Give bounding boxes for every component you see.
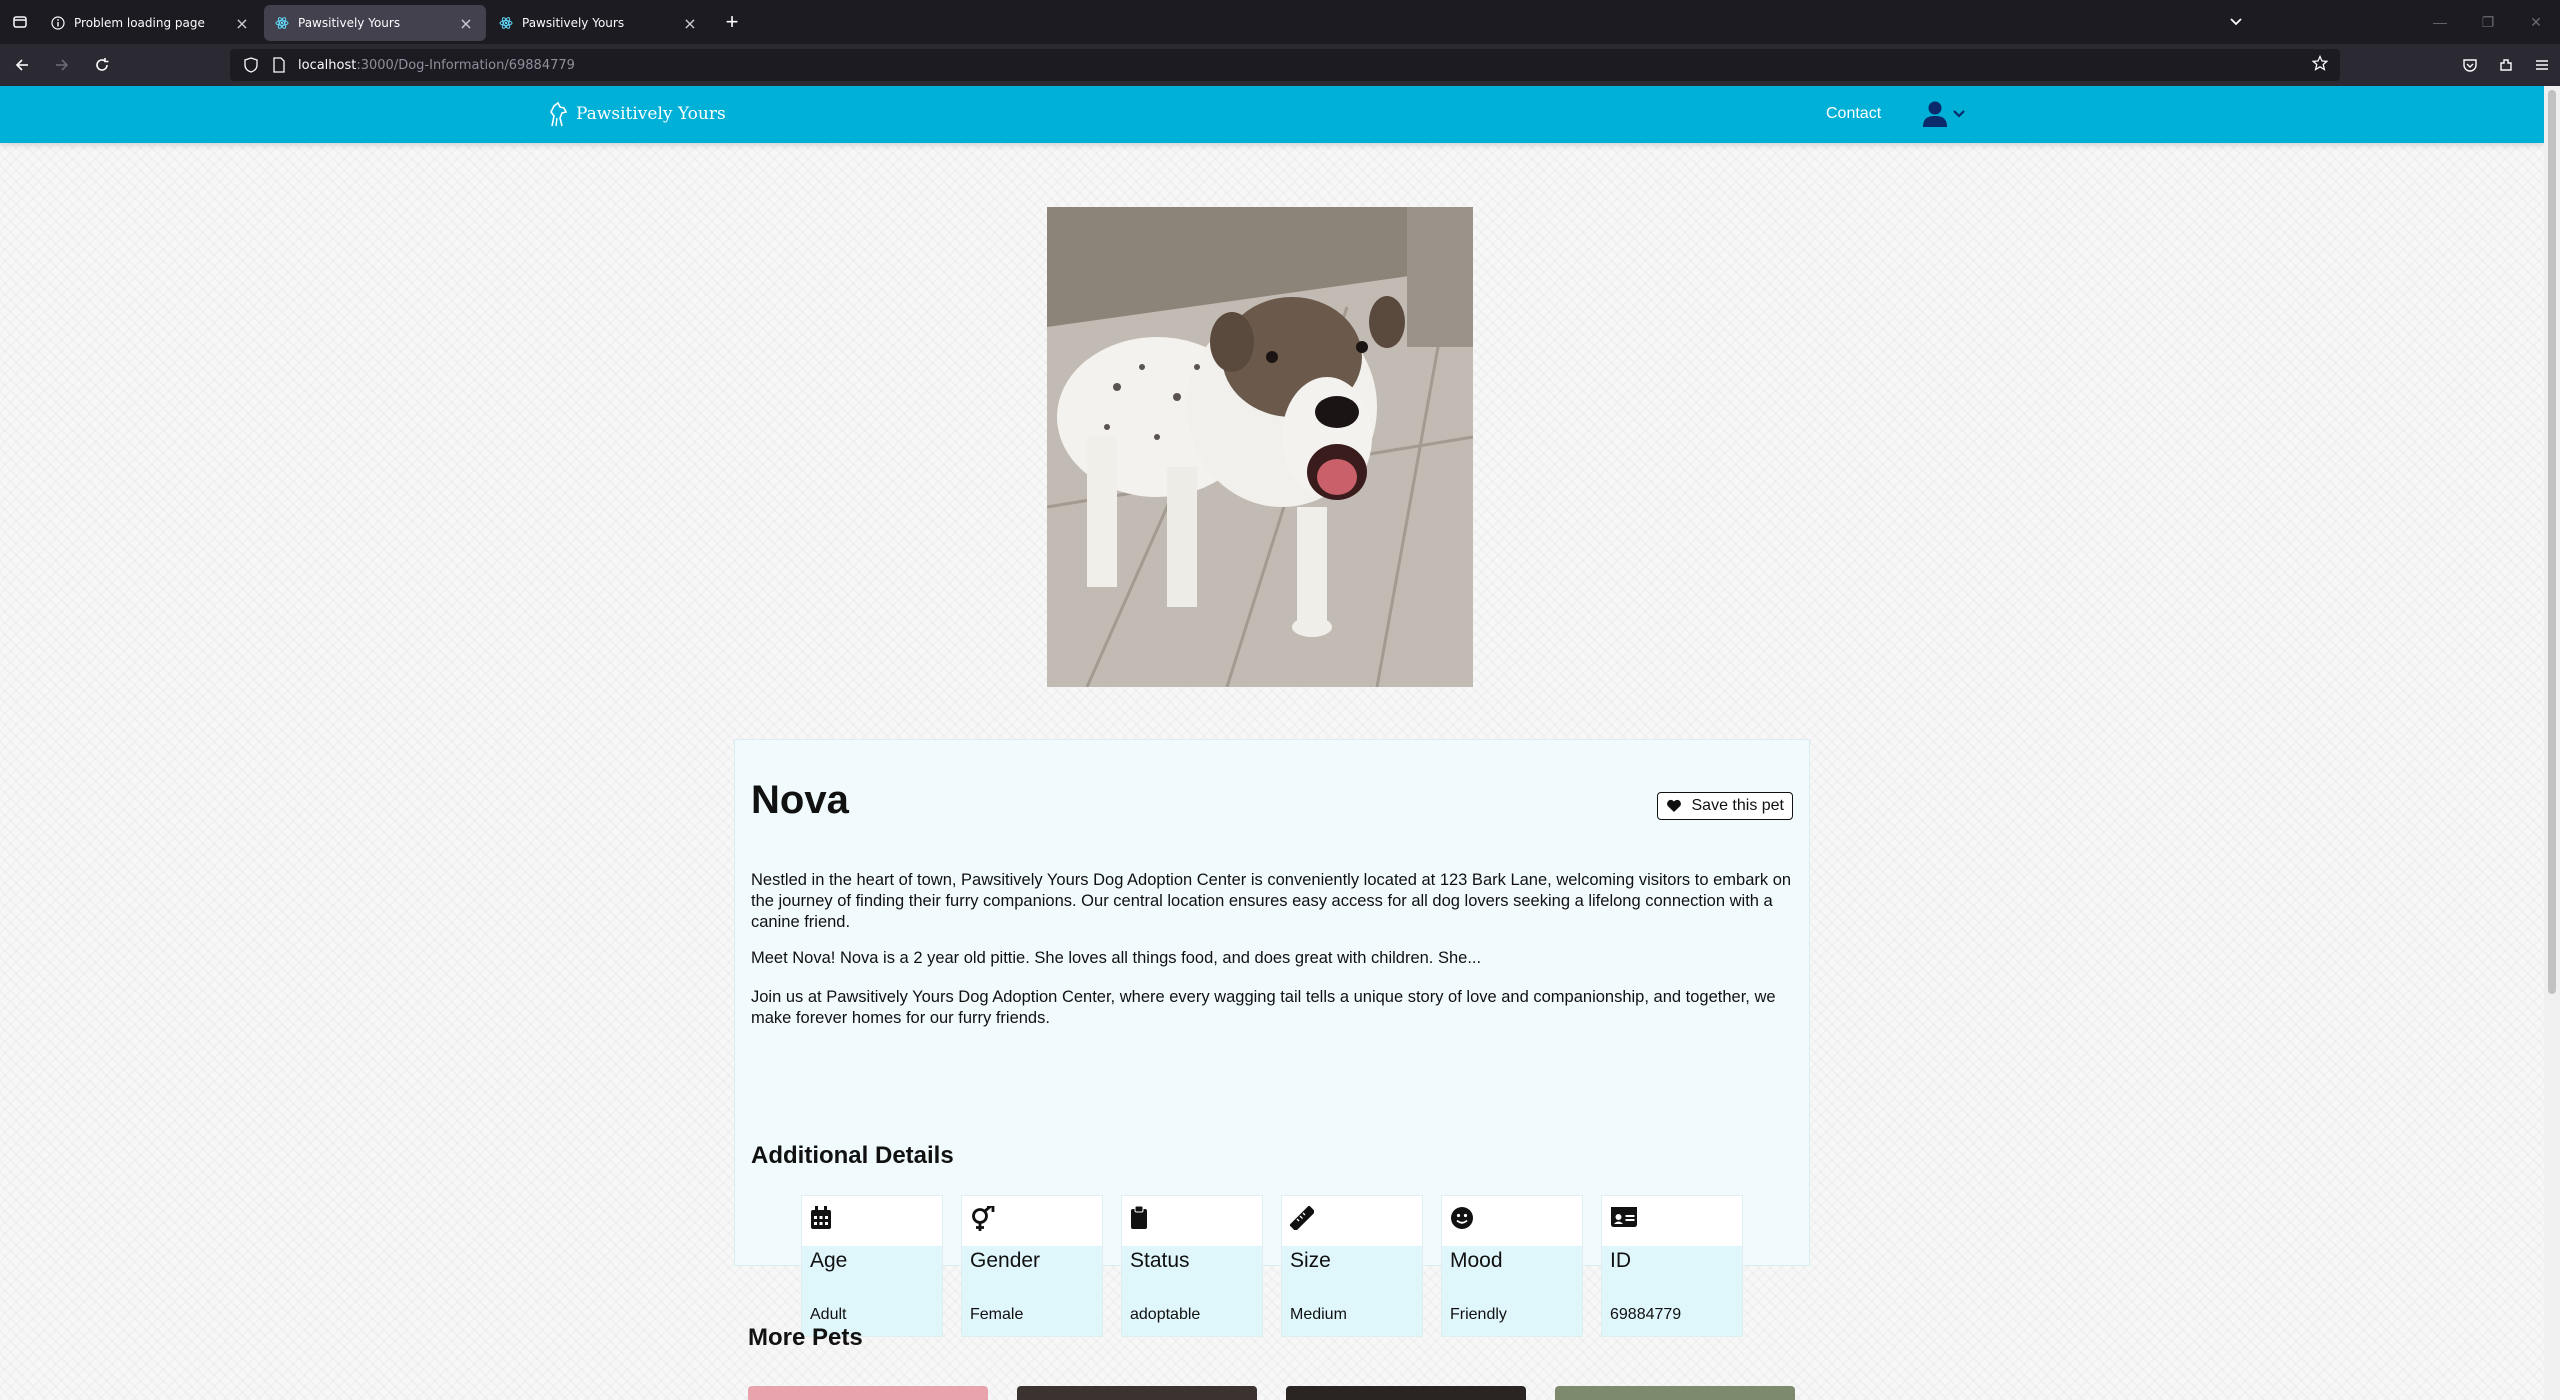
brand-link[interactable]: Pawsitively Yours: [546, 100, 726, 128]
back-arrow-icon[interactable]: [4, 49, 40, 81]
page-viewport: Pawsitively Yours Contact Nova Save this…: [0, 86, 2544, 1400]
details-grid: Age Adult Gender Female Status adoptable…: [801, 1195, 1761, 1337]
shield-icon[interactable]: [242, 56, 260, 74]
hamburger-menu-icon[interactable]: [2524, 49, 2560, 81]
detail-id: ID 69884779: [1601, 1195, 1743, 1337]
gender-icon: [972, 1203, 995, 1231]
more-pets-heading: More Pets: [748, 1324, 863, 1351]
detail-size: Size Medium: [1281, 1195, 1423, 1337]
detail-label: Mood: [1450, 1249, 1503, 1272]
tab-title: Pawsitively Yours: [522, 16, 625, 30]
detail-value: Adult: [810, 1306, 847, 1323]
pet-card-thumbnail[interactable]: [1286, 1386, 1526, 1400]
description-paragraph: Join us at Pawsitively Yours Dog Adoptio…: [751, 988, 1776, 1027]
detail-label: Age: [810, 1249, 848, 1272]
dog-logo-icon: [550, 101, 568, 127]
detail-value: Medium: [1290, 1306, 1347, 1323]
reload-icon[interactable]: [84, 49, 120, 81]
info-icon: [50, 15, 66, 31]
browser-nav-bar: localhost:3000/Dog-Information/69884779: [0, 44, 2560, 86]
ruler-icon: [1289, 1205, 1315, 1231]
tab-pawsitively-yours-active[interactable]: Pawsitively Yours ×: [264, 5, 486, 41]
list-all-tabs-chevron-icon[interactable]: [2216, 0, 2256, 44]
react-icon: [498, 15, 514, 31]
pet-card-thumbnail[interactable]: [1555, 1386, 1795, 1400]
close-window-icon[interactable]: ✕: [2512, 0, 2560, 44]
calendar-icon: [811, 1206, 831, 1229]
detail-value: Female: [970, 1306, 1024, 1323]
clipboard-icon: [1131, 1205, 1147, 1229]
description-paragraph: Meet Nova! Nova is a 2 year old pittie. …: [751, 949, 1482, 967]
react-icon: [274, 15, 290, 31]
new-tab-plus-icon[interactable]: +: [716, 6, 748, 38]
detail-gender: Gender Female: [961, 1195, 1103, 1337]
browser-tab-bar: Problem loading page × Pawsitively Yours…: [0, 0, 2560, 44]
detail-value: Friendly: [1450, 1306, 1507, 1323]
detail-value: 69884779: [1610, 1306, 1682, 1323]
heart-icon: [1666, 799, 1682, 813]
additional-details-heading: Additional Details: [751, 1142, 954, 1169]
close-icon[interactable]: ×: [232, 13, 252, 33]
detail-age: Age Adult: [801, 1195, 943, 1337]
detail-label: ID: [1610, 1249, 1631, 1272]
page-icon[interactable]: [270, 56, 288, 74]
tab-problem-loading[interactable]: Problem loading page ×: [40, 5, 262, 41]
url-host: localhost: [298, 57, 357, 73]
chevron-down-icon: [1953, 110, 1965, 118]
dog-name-heading: Nova: [751, 778, 849, 822]
more-pets-list: [748, 1386, 1824, 1400]
id-card-icon: [1611, 1207, 1637, 1227]
pet-card-thumbnail[interactable]: [748, 1386, 988, 1400]
tab-title: Pawsitively Yours: [298, 16, 401, 30]
description-paragraph: Nestled in the heart of town, Pawsitivel…: [751, 871, 1792, 931]
page-scrollbar[interactable]: [2544, 86, 2560, 1400]
user-menu-button[interactable]: [1922, 100, 1966, 128]
pocket-icon[interactable]: [2452, 49, 2488, 81]
save-pet-button[interactable]: Save this pet: [1656, 792, 1793, 820]
close-icon[interactable]: ×: [680, 13, 700, 33]
detail-label: Gender: [970, 1249, 1041, 1272]
address-bar[interactable]: localhost:3000/Dog-Information/69884779: [230, 49, 2340, 81]
bookmark-star-icon[interactable]: [2311, 54, 2329, 75]
close-icon[interactable]: ×: [456, 13, 476, 33]
dog-photo: [1047, 207, 1473, 687]
smile-icon: [1451, 1207, 1473, 1229]
minimize-icon[interactable]: —: [2416, 0, 2464, 44]
pet-card-thumbnail[interactable]: [1017, 1386, 1257, 1400]
site-header: Pawsitively Yours Contact: [0, 86, 2544, 143]
extensions-icon[interactable]: [2488, 49, 2524, 81]
detail-status: Status adoptable: [1121, 1195, 1263, 1337]
firefox-view-icon[interactable]: [0, 0, 40, 44]
detail-value: adoptable: [1130, 1306, 1201, 1323]
brand-name: Pawsitively Yours: [576, 104, 726, 124]
save-pet-label: Save this pet: [1691, 797, 1785, 814]
tab-title: Problem loading page: [74, 16, 205, 30]
scrollbar-thumb[interactable]: [2548, 90, 2556, 994]
detail-label: Size: [1290, 1249, 1331, 1272]
forward-arrow-icon[interactable]: [44, 49, 80, 81]
tab-pawsitively-yours[interactable]: Pawsitively Yours ×: [488, 5, 710, 41]
url-path: :3000/Dog-Information/69884779: [356, 57, 575, 73]
detail-mood: Mood Friendly: [1441, 1195, 1583, 1337]
dog-info-card: Nova Save this pet Nestled in the heart …: [734, 739, 1810, 1337]
user-icon: [1923, 101, 1947, 127]
restore-icon[interactable]: ❐: [2464, 0, 2512, 44]
contact-link[interactable]: Contact: [1826, 105, 1881, 123]
detail-label: Status: [1130, 1249, 1190, 1272]
